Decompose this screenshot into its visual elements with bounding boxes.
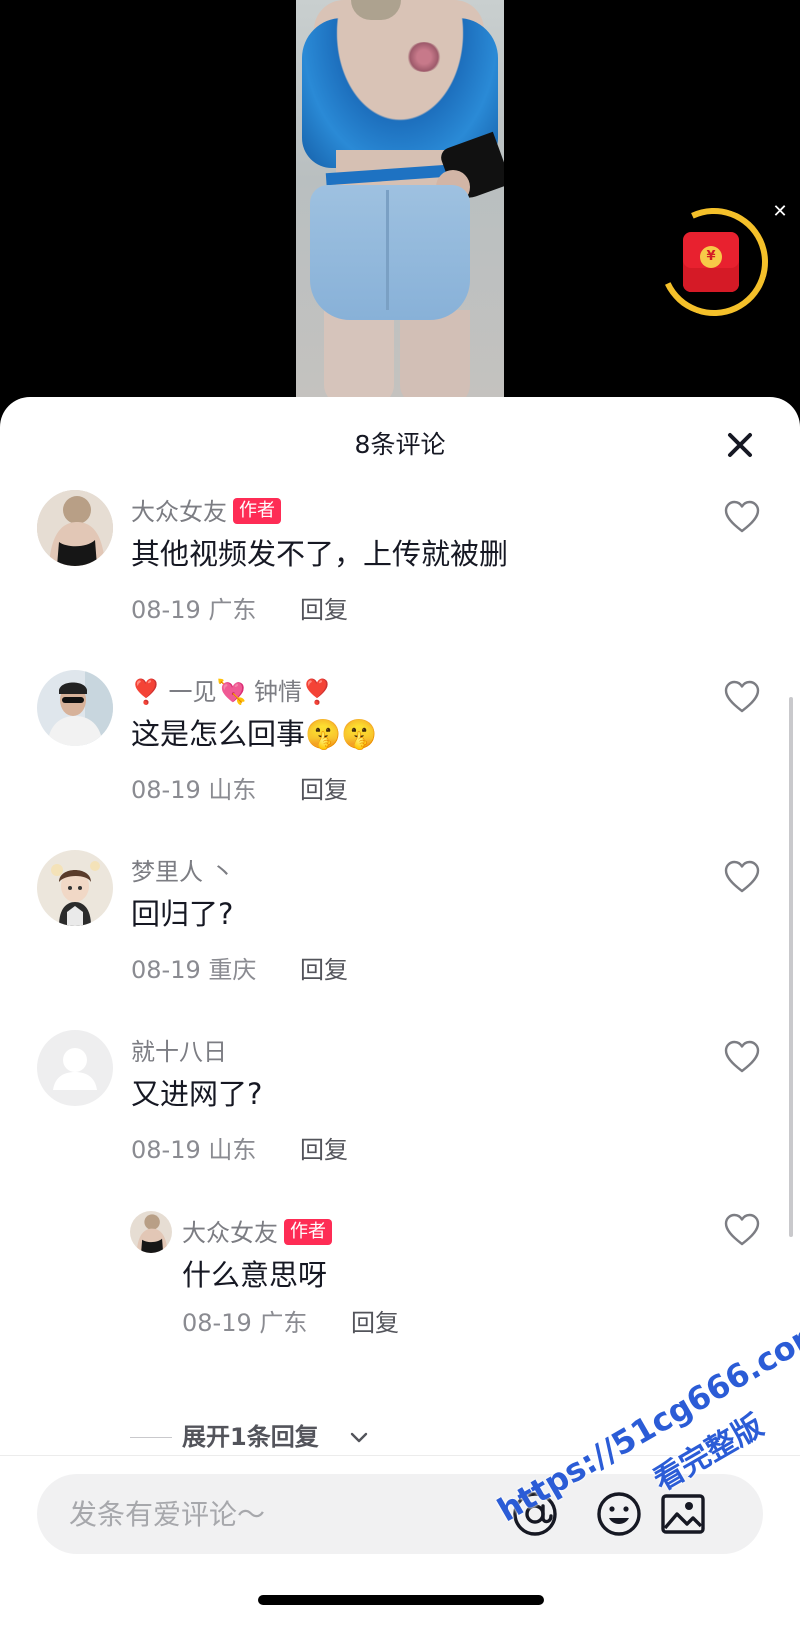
comment-location: 山东	[208, 776, 257, 804]
reply-button[interactable]: 回复	[300, 956, 348, 984]
video-figure-leg-left	[324, 310, 394, 400]
comment-count-title: 8条评论	[354, 430, 446, 459]
comment-text[interactable]: 这是怎么回事🤫🤫	[131, 714, 377, 754]
video-figure-shorts	[310, 185, 470, 320]
comment-meta: 08-19 重庆 回复	[131, 954, 348, 986]
expand-divider-line	[130, 1437, 172, 1438]
heart-icon[interactable]	[724, 680, 760, 714]
default-avatar-icon[interactable]	[37, 1030, 113, 1106]
comment-date: 08-19	[131, 1136, 201, 1164]
emoji-icon[interactable]	[595, 1490, 643, 1538]
heart-icon[interactable]	[724, 860, 760, 894]
bottom-divider	[0, 1455, 800, 1456]
avatar[interactable]	[37, 670, 113, 746]
home-indicator[interactable]	[258, 1595, 544, 1605]
comment-sheet: 8条评论 大众女友 作者 其他视频发不了，上传就被删 08-19 广东 回复 ❣…	[0, 397, 800, 1632]
yuan-coin-icon: ¥	[700, 246, 722, 268]
expand-replies-label[interactable]: 展开1条回复	[182, 1419, 319, 1455]
comment-meta: 08-19 广东 回复	[131, 594, 348, 626]
heart-icon[interactable]	[724, 1040, 760, 1074]
reply-text[interactable]: 什么意思呀	[182, 1255, 327, 1295]
comment-location: 山东	[208, 1136, 257, 1164]
avatar[interactable]	[130, 1211, 172, 1253]
reply-button[interactable]: 回复	[300, 776, 348, 804]
comment-sheet-header: 8条评论	[0, 425, 800, 465]
reply-button[interactable]: 回复	[300, 596, 348, 624]
image-icon[interactable]	[659, 1490, 707, 1538]
chevron-down-icon[interactable]	[348, 1427, 370, 1449]
reply-meta: 08-19 广东 回复	[182, 1307, 399, 1339]
reply-date: 08-19	[182, 1309, 252, 1337]
video-figure-shorts-seam	[386, 190, 389, 310]
comment-username[interactable]: 大众女友 作者	[131, 496, 281, 528]
reply-button[interactable]: 回复	[300, 1136, 348, 1164]
comment-location: 重庆	[208, 956, 257, 984]
heart-icon[interactable]	[724, 500, 760, 534]
video-frame[interactable]	[296, 0, 504, 400]
avatar[interactable]	[37, 850, 113, 926]
author-badge: 作者	[233, 498, 281, 524]
comment-text[interactable]: 又进网了?	[131, 1074, 262, 1114]
author-badge: 作者	[284, 1219, 332, 1245]
comment-date: 08-19	[131, 596, 201, 624]
comment-text[interactable]: 其他视频发不了，上传就被删	[131, 534, 508, 574]
comment-input[interactable]	[69, 1474, 469, 1554]
comment-username-text[interactable]: 大众女友	[131, 498, 227, 526]
reply-location: 广东	[259, 1309, 308, 1337]
comment-username[interactable]: 就十八日	[131, 1036, 227, 1068]
at-mention-icon[interactable]	[511, 1490, 559, 1538]
video-figure-tattoo	[406, 42, 442, 72]
red-packet-widget[interactable]: ¥	[644, 192, 784, 332]
comment-text[interactable]: 回归了?	[131, 894, 233, 934]
comment-meta: 08-19 山东 回复	[131, 774, 348, 806]
red-packet-icon[interactable]: ¥	[683, 232, 739, 292]
comment-username[interactable]: ❣️ 一见💘 钟情❣️	[131, 676, 332, 708]
reply-username[interactable]: 大众女友 作者	[182, 1217, 332, 1249]
comment-meta: 08-19 山东 回复	[131, 1134, 348, 1166]
comment-date: 08-19	[131, 776, 201, 804]
reply-button[interactable]: 回复	[351, 1309, 399, 1337]
scrollbar[interactable]	[789, 697, 793, 1237]
avatar[interactable]	[37, 490, 113, 566]
comment-date: 08-19	[131, 956, 201, 984]
red-packet-close-icon[interactable]: ✕	[770, 202, 790, 222]
close-icon[interactable]	[722, 427, 758, 463]
video-player[interactable]: ¥ ✕	[0, 0, 800, 420]
heart-icon[interactable]	[724, 1213, 760, 1247]
video-figure-leg-right	[400, 310, 470, 400]
reply-username-text[interactable]: 大众女友	[182, 1219, 278, 1247]
comment-username[interactable]: 梦里人 丶	[131, 856, 235, 888]
comment-input-bar[interactable]	[37, 1474, 763, 1554]
comment-location: 广东	[208, 596, 257, 624]
